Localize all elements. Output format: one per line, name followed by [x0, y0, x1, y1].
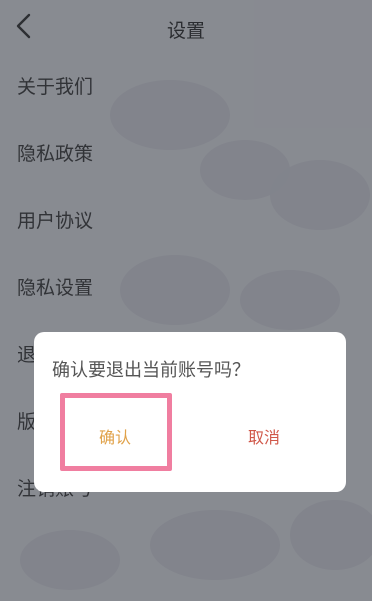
modal-overlay[interactable] [0, 0, 372, 601]
cancel-button[interactable]: 取消 [224, 416, 304, 456]
settings-screen: 设置 关于我们 隐私政策 用户协议 隐私设置 退出登录 版本号 注销账号 确认要… [0, 0, 372, 601]
dialog-message: 确认要退出当前账号吗？ [52, 360, 250, 381]
confirm-highlight-box [60, 393, 172, 471]
